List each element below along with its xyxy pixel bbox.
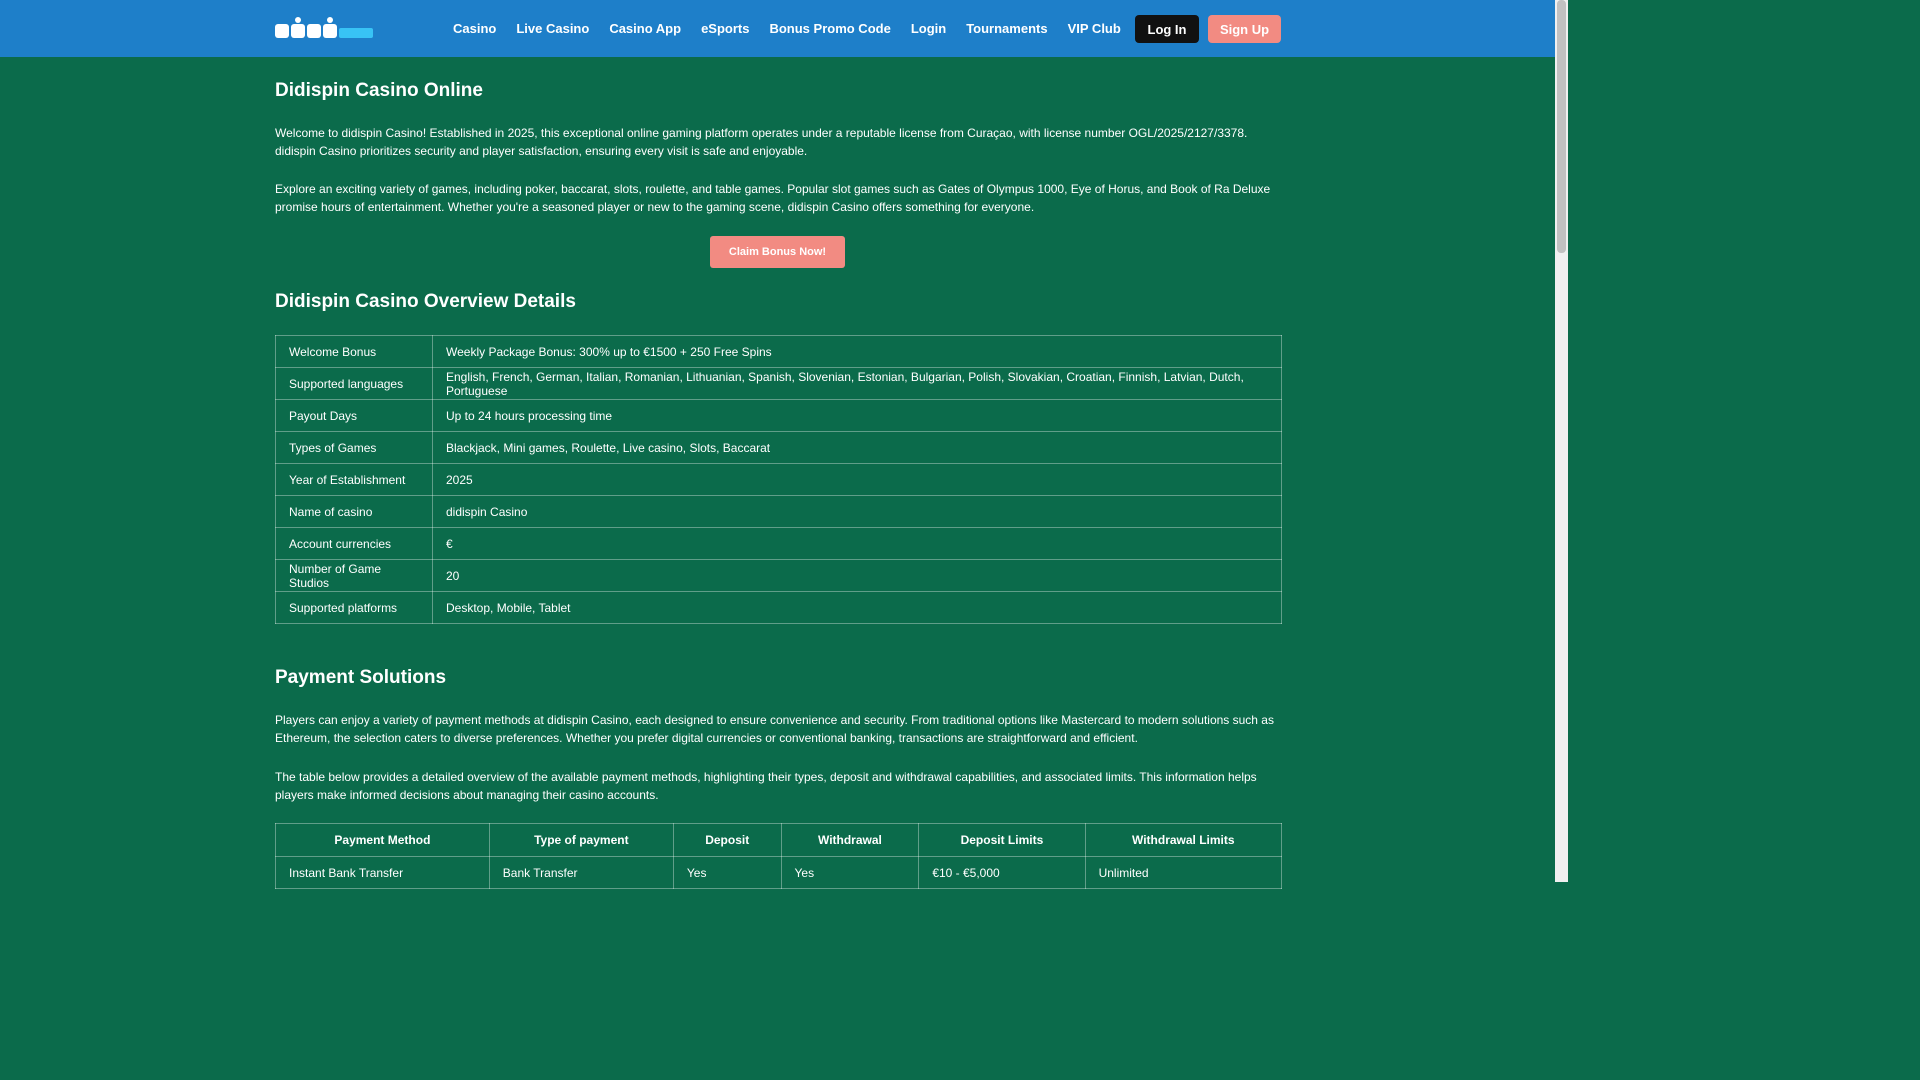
table-row: Types of Games Blackjack, Mini games, Rou… — [275, 431, 1282, 464]
nav-bonus-promo-code[interactable]: Bonus Promo Code — [769, 21, 890, 36]
overview-value: 2025 — [432, 463, 1282, 496]
column-header: Payment Method — [275, 823, 490, 857]
table-header-row: Payment Method Type of payment Deposit With… — [275, 823, 1283, 857]
table-cell: Instant Bank Transfer — [275, 856, 490, 889]
table-cell: Yes — [780, 856, 920, 889]
nav-live-casino[interactable]: Live Casino — [516, 21, 589, 36]
payment-paragraph-1: Players can enjoy a variety of payment m… — [275, 713, 1274, 745]
overview-value: 20 — [432, 559, 1282, 592]
table-cell: €10 - €5,000 — [918, 856, 1086, 889]
intro-paragraph-1: Welcome to didispin Casino! Established … — [275, 126, 1248, 158]
nav-vip-club[interactable]: VIP Club — [1068, 21, 1121, 36]
intro-paragraph-2: Explore an exciting variety of games, in… — [275, 182, 1271, 214]
scrollbar-thumb[interactable] — [1557, 0, 1566, 253]
column-header: Deposit Limits — [918, 823, 1086, 857]
table-row: Instant Bank Transfer Bank Transfer Yes Yes… — [275, 856, 1283, 889]
overview-key: Supported languages — [275, 367, 433, 400]
table-row: Supported languages English, French, Germ… — [275, 367, 1282, 400]
didispin-logo[interactable] — [275, 16, 373, 40]
sign-up-button[interactable]: Sign Up — [1208, 15, 1281, 43]
overview-key: Supported platforms — [275, 591, 433, 624]
overview-key: Welcome Bonus — [275, 335, 433, 368]
nav-login[interactable]: Login — [911, 21, 946, 36]
overview-heading: Didispin Casino Overview Details — [275, 291, 576, 312]
logo-icon — [275, 17, 373, 38]
overview-value: Up to 24 hours processing time — [432, 399, 1282, 432]
table-cell: Unlimited — [1084, 856, 1283, 889]
page-title: Didispin Casino Online — [275, 80, 483, 101]
table-row: Supported platforms Desktop, Mobile, Tabl… — [275, 591, 1282, 624]
log-in-button[interactable]: Log In — [1135, 15, 1199, 43]
column-header: Deposit — [672, 823, 782, 857]
overview-value: Desktop, Mobile, Tablet — [432, 591, 1282, 624]
main-nav: Casino Live Casino Casino App eSports Bo… — [453, 0, 1141, 57]
nav-tournaments[interactable]: Tournaments — [966, 21, 1047, 36]
table-row: Account currencies € — [275, 527, 1282, 560]
table-row: Year of Establishment 2025 — [275, 463, 1282, 496]
nav-casino-app[interactable]: Casino App — [609, 21, 681, 36]
table-row: Number of Game Studios 20 — [275, 559, 1282, 592]
column-header: Type of payment — [488, 823, 674, 857]
payment-paragraph-2: The table below provides a detailed over… — [275, 770, 1257, 802]
overview-value: didispin Casino — [432, 495, 1282, 528]
table-cell: Bank Transfer — [488, 856, 674, 889]
table-row: Welcome Bonus Weekly Package Bonus: 300% … — [275, 335, 1282, 368]
overview-key: Number of Game Studios — [275, 559, 433, 592]
table-row: Name of casino didispin Casino — [275, 495, 1282, 528]
overview-value: Weekly Package Bonus: 300% up to €1500 +… — [432, 335, 1282, 368]
overview-key: Types of Games — [275, 431, 433, 464]
site-header: Casino Live Casino Casino App eSports Bo… — [0, 0, 1555, 57]
column-header: Withdrawal Limits — [1084, 823, 1283, 857]
overview-key: Payout Days — [275, 399, 433, 432]
column-header: Withdrawal — [780, 823, 920, 857]
nav-casino[interactable]: Casino — [453, 21, 496, 36]
overview-table: Welcome Bonus Weekly Package Bonus: 300% … — [275, 335, 1282, 624]
overview-key: Year of Establishment — [275, 463, 433, 496]
overview-key: Account currencies — [275, 527, 433, 560]
nav-esports[interactable]: eSports — [701, 21, 749, 36]
claim-bonus-button[interactable]: Claim Bonus Now! — [710, 236, 845, 268]
overview-key: Name of casino — [275, 495, 433, 528]
payment-heading: Payment Solutions — [275, 667, 447, 688]
table-row: Payout Days Up to 24 hours processing tim… — [275, 399, 1282, 432]
page-scrollbar[interactable] — [1555, 0, 1568, 882]
overview-value: € — [432, 527, 1282, 560]
payment-table: Payment Method Type of payment Deposit With… — [275, 823, 1283, 889]
overview-value: Blackjack, Mini games, Roulette, Live ca… — [432, 431, 1282, 464]
table-cell: Yes — [672, 856, 782, 889]
overview-value: English, French, German, Italian, Romani… — [432, 367, 1282, 400]
